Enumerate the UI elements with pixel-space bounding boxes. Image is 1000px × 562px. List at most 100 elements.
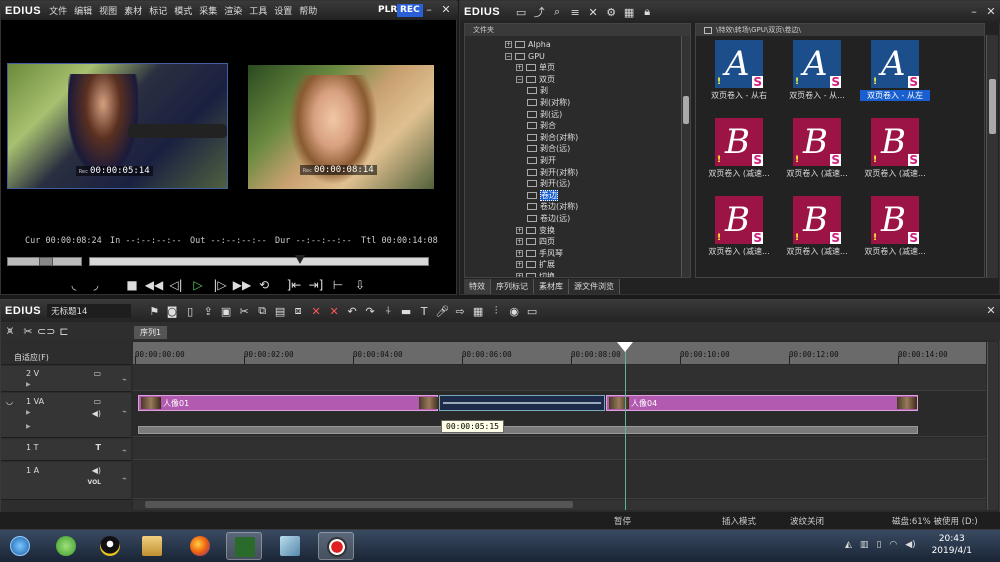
tree-item[interactable]: 剥合(对称) [465,132,690,144]
link-icon[interactable]: ⊂⊃ [37,325,55,338]
tree-item[interactable]: 卷边(对称) [465,201,690,213]
menu-render[interactable]: 渲染 [224,4,242,17]
tree-item[interactable]: 剥(对称) [465,97,690,109]
track-mode-icon[interactable]: ⩙ [1,324,19,338]
grid-scrollbar[interactable] [986,35,998,278]
table-icon[interactable]: ▦ [469,305,487,318]
timeline-cursor[interactable] [617,342,633,510]
record-icon[interactable]: ◉ [505,305,523,318]
sync-icon[interactable]: ⌁ [122,407,127,416]
position-handle[interactable] [295,255,305,264]
taskbar-app-notes[interactable] [272,532,308,560]
menu-file[interactable]: 文件 [49,4,67,17]
tree-item[interactable]: 卷边 [465,189,690,202]
undo-icon[interactable]: ↶ [343,305,361,318]
close-icon[interactable]: ✕ [439,3,453,17]
play-icon[interactable]: ▷ [187,275,209,295]
timeline-ruler[interactable]: 00:00:00:00 00:00:02:00 00:00:04:00 00:00:0… [133,342,986,364]
timeline-vscroll[interactable] [987,342,998,510]
tab-source-browser[interactable]: 源文件浏览 [569,279,620,294]
tree-item[interactable]: + 变换 [465,225,690,237]
tree-item[interactable]: 剥合(远) [465,143,690,155]
track-head-1t[interactable]: 1 T T ⌁ [1,439,131,461]
taskbar-app-360[interactable] [48,532,84,560]
tab-sequence[interactable]: 序列1 [134,326,168,339]
speaker-icon[interactable]: ◀) [92,466,101,475]
clip-portrait-04[interactable]: 人像04 [606,395,918,411]
taskbar-app-explorer[interactable] [134,532,170,560]
title-icon[interactable]: T [415,305,433,318]
delete-clip-icon[interactable]: ✕ [307,305,325,318]
list-view-icon[interactable]: ≡ [566,6,584,19]
expand-icon[interactable]: ▶ [26,381,31,388]
mode-select[interactable]: 自适应(F) [14,352,49,363]
sync-icon[interactable]: ⌁ [122,474,127,483]
timeline-hscroll-thumb[interactable] [145,501,573,508]
track-area-1t[interactable] [133,438,986,460]
tab-sequence-markers[interactable]: 序列标记 [491,279,534,294]
effect-thumbnail[interactable]: A S! 双页卷入 - 从... [782,40,852,112]
save-icon[interactable]: ▣ [217,305,235,318]
expand-icon[interactable]: + [505,41,512,48]
step-forward-icon[interactable]: |▷ [209,275,231,295]
expand-icon[interactable]: + [516,226,523,234]
monitor-icon[interactable]: ▭ [93,369,101,378]
up-folder-icon[interactable]: ⤴ [530,4,548,20]
tab-bin[interactable]: 素材库 [534,279,569,294]
group-icon[interactable]: ⊏ [55,325,73,338]
step-back-icon[interactable]: ◁| [165,275,187,295]
track-head-2v[interactable]: 2 V ▶ ▭ ⌁ [1,366,131,392]
track-area-1a[interactable] [133,461,986,499]
microphone-icon[interactable]: 🎤︎ [433,305,451,318]
track-cut-icon[interactable]: ✂ [19,325,37,338]
menu-edit[interactable]: 编辑 [74,4,92,17]
timeline-close-icon[interactable]: ✕ [984,304,998,318]
effect-thumbnail[interactable]: A S! 双页卷入 - 从左 [860,40,930,112]
tree-item[interactable]: + Alpha [465,39,690,51]
shuttle-slider[interactable] [7,257,82,266]
menu-view[interactable]: 视图 [99,4,117,17]
menu-settings[interactable]: 设置 [274,4,292,17]
track-head-1va[interactable]: ◡ 1 VA ▶ ▶ ▭ ◀) ⌁ [1,393,131,438]
vol-label[interactable]: VOL [88,479,101,486]
audio-waveform-bar[interactable] [138,426,918,434]
tray-network-icon[interactable]: ▥ [860,540,869,550]
tree-item[interactable]: + 手风琴 [465,248,690,260]
paste-icon[interactable]: ▤ [271,305,289,318]
expand-icon[interactable]: ▶ [26,423,31,430]
menu-help[interactable]: 帮助 [299,4,317,17]
fast-forward-icon[interactable]: ▶▶ [231,275,253,295]
new-project-icon[interactable]: ▯ [181,305,199,318]
expand-icon[interactable]: + [516,272,523,277]
set-in-icon[interactable]: ◟ [63,275,85,295]
sync-icon[interactable]: ⌁ [122,446,127,455]
effect-icon[interactable]: ⚙ [602,6,620,19]
menu-capture[interactable]: 采集 [199,4,217,17]
tree-item[interactable]: − GPU [465,51,690,63]
expand-icon[interactable]: ▶ [26,409,31,416]
tree-item[interactable]: 剥开(远) [465,178,690,190]
lock-icon[interactable]: 🔒︎ [638,5,656,19]
monitor-icon[interactable]: ▭ [93,397,101,406]
project-name[interactable]: 无标题14 [47,304,132,318]
menu-tools[interactable]: 工具 [249,4,267,17]
menu-mode[interactable]: 模式 [174,4,192,17]
expand-icon[interactable]: + [516,64,523,72]
set-transition-icon[interactable]: ▬ [397,305,415,318]
effect-thumbnail[interactable]: B S! 双页卷入 (减速... [704,196,774,268]
set-out-icon[interactable]: ◞ [85,275,107,295]
export-icon[interactable]: ⇩ [349,275,371,295]
expand-icon[interactable]: + [516,261,523,269]
camera-icon[interactable]: ◙ [163,305,181,318]
track-head-1a[interactable]: 1 A ◀) VOL ⌁ [1,462,131,500]
start-button[interactable] [2,532,38,560]
menu-marker[interactable]: 标记 [149,4,167,17]
expand-icon[interactable]: + [516,238,523,246]
export-render-icon[interactable]: ⇨ [451,305,469,318]
transition-bar[interactable] [439,395,605,411]
effect-thumbnail[interactable]: B S! 双页卷入 (减速... [860,196,930,268]
tab-effects[interactable]: 特效 [464,279,491,294]
tree-item[interactable]: + 切换 [465,271,690,277]
insert-icon[interactable]: ]⇤ [283,275,305,295]
tree-scroll-thumb[interactable] [683,96,689,124]
